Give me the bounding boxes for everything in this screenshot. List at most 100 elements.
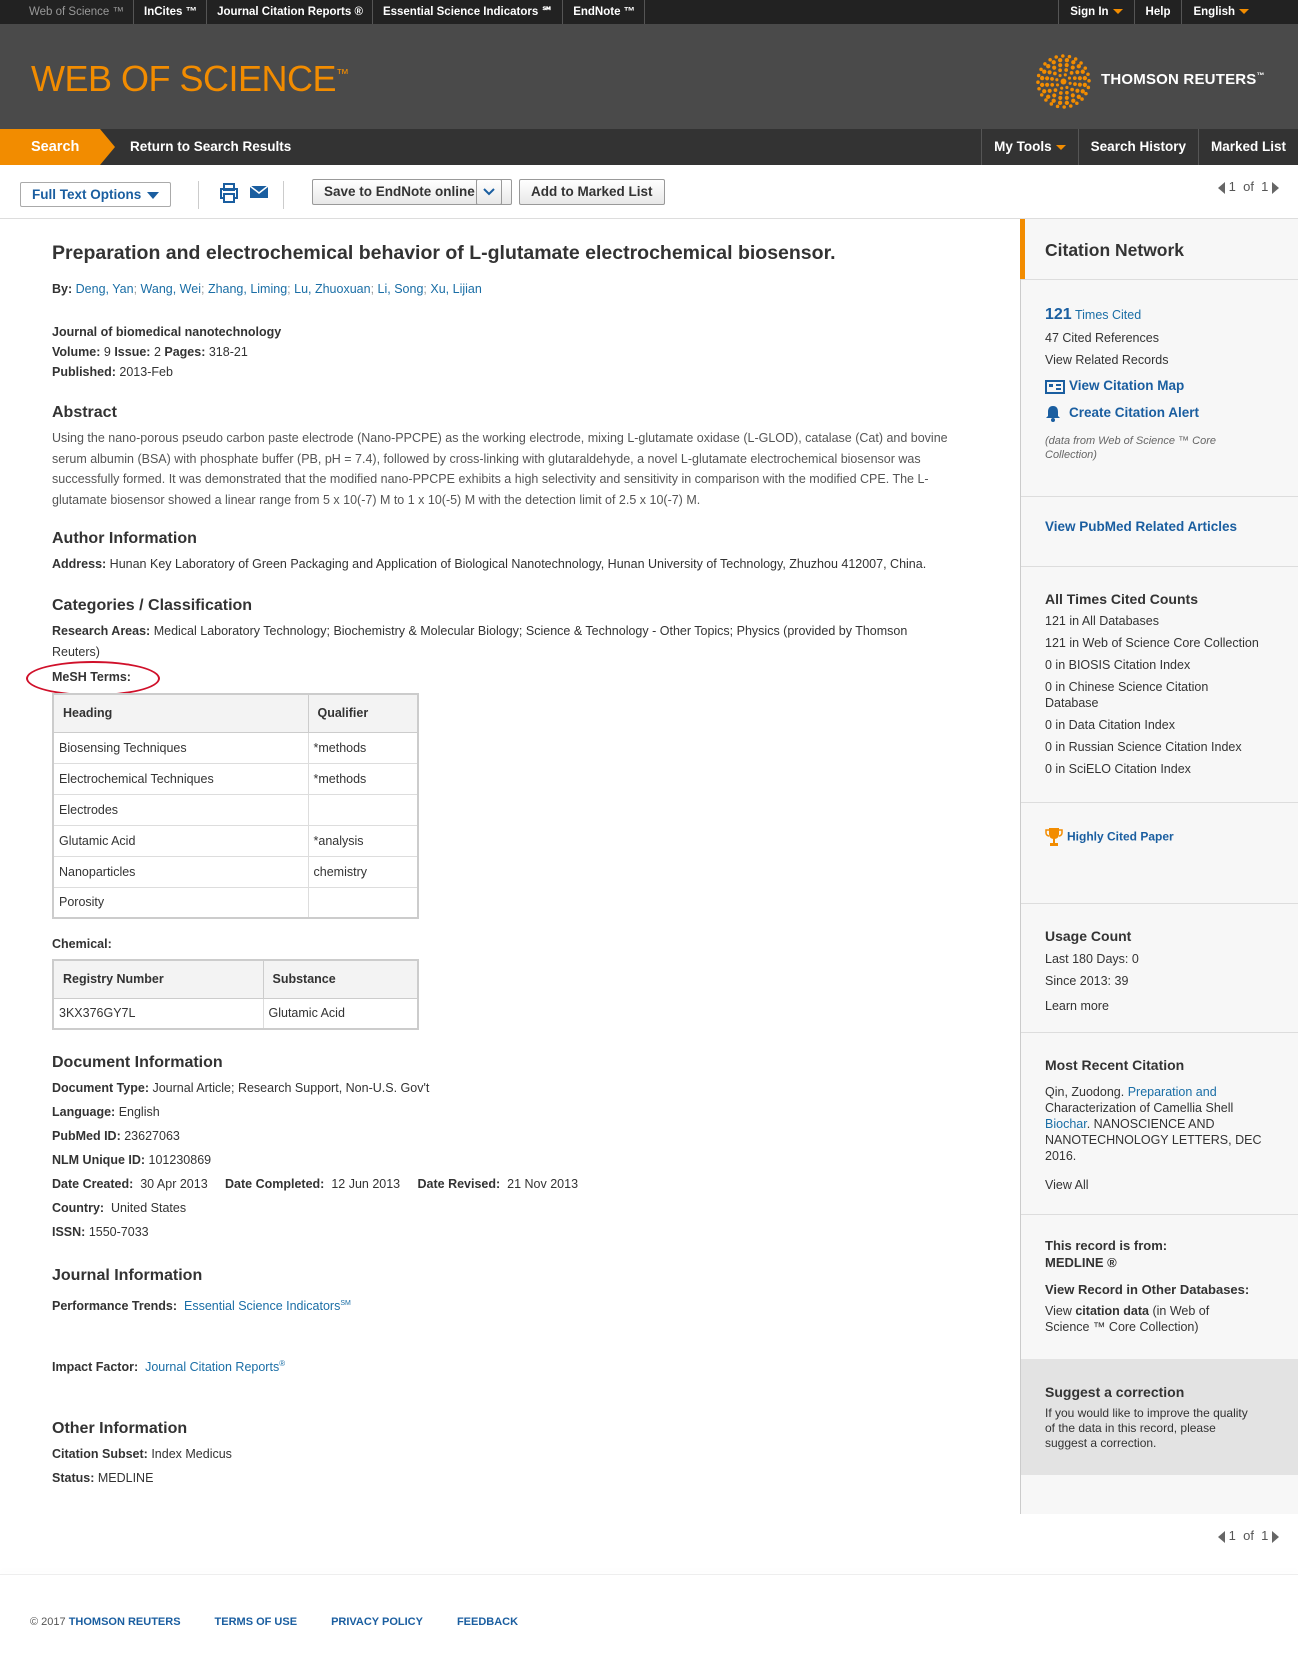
author-link[interactable]: Deng, Yan [76,282,134,296]
divider [1021,1214,1298,1215]
pager-bottom: 1 of 1 [1218,1528,1280,1543]
learn-more-link[interactable]: Learn more [1045,999,1109,1013]
search-history-link[interactable]: Search History [1077,129,1198,165]
count-all-databases-link[interactable]: 121 in All Databases [1045,614,1159,628]
page-of: of [1243,1528,1254,1543]
document-type-line: Document Type: Journal Article; Research… [52,1081,430,1095]
wos-logo[interactable]: WEB OF SCIENCE™ [31,58,349,100]
product-link-jcr[interactable]: Journal Citation Reports ® [207,0,373,24]
divider [1021,903,1298,904]
table-row: Biosensing Techniques *methods [52,731,419,764]
count-scielo: 0 in SciELO Citation Index [1045,762,1191,776]
product-link-incites[interactable]: InCites ™ [134,0,208,24]
product-link-wos[interactable]: Web of Science ™ [0,0,135,24]
recent-citation-title-link[interactable]: Biochar [1045,1117,1087,1131]
data-source-note-2: Collection) [1045,449,1097,461]
feedback-link[interactable]: FEEDBACK [457,1616,518,1628]
cited-references-link[interactable]: 47 Cited References [1045,331,1159,345]
view-all-link[interactable]: View All [1045,1178,1089,1192]
author-link[interactable]: Lu, Zhuoxuan [294,282,370,296]
citation-map-link[interactable]: View Citation Map [1045,378,1184,394]
table-row: Electrochemical Techniques *methods [52,762,419,795]
related-records-link[interactable]: View Related Records [1045,353,1168,367]
column-header: Qualifier [307,693,419,733]
full-text-options-button[interactable]: Full Text Options [20,182,172,207]
product-bar: Web of Science ™ InCites ™ Journal Citat… [0,0,1298,24]
authors-line: By: Deng, Yan; Wang, Wei; Zhang, Liming;… [52,282,482,296]
data-source-note: (data from Web of Science ™ Core [1045,435,1216,447]
caret-down-icon [1112,9,1123,15]
esi-link[interactable]: Essential Science IndicatorsSM [184,1299,351,1313]
product-link-esi[interactable]: Essential Science Indicators ℠ [373,0,564,24]
pubmed-id-line: PubMed ID: 23627063 [52,1129,180,1143]
previous-page-icon[interactable] [1218,1530,1225,1543]
author-link[interactable]: Li, Song [378,282,424,296]
count-biosis: 0 in BIOSIS Citation Index [1045,658,1191,672]
company-link[interactable]: THOMSON REUTERS [69,1616,181,1628]
toolbar-divider [198,181,199,209]
privacy-link[interactable]: PRIVACY POLICY [331,1616,423,1628]
record-from-label: This record is from: [1045,1238,1168,1253]
next-page-icon[interactable] [1272,1530,1280,1543]
table-row: 3KX376GY7L Glutamic Acid [52,997,419,1030]
return-to-results-link[interactable]: Return to Search Results [130,129,291,165]
my-tools-menu[interactable]: My Tools [981,129,1078,165]
mesh-qualifier-cell [307,886,419,919]
recent-citation-title-link[interactable]: Preparation and [1128,1085,1217,1099]
citation-network-heading: Citation Network [1045,240,1185,260]
research-areas-line: Research Areas: Medical Laboratory Techn… [52,624,908,638]
usage-last-180: Last 180 Days: 0 [1045,952,1139,966]
footer-divider [0,1574,1298,1575]
mesh-qualifier-cell [307,793,419,826]
add-to-marked-list-button[interactable]: Add to Marked List [519,179,665,205]
citation-subset-line: Citation Subset: Index Medicus [52,1447,232,1461]
status-line: Status: MEDLINE [52,1471,154,1485]
create-alert-link[interactable]: Create Citation Alert [1045,405,1199,423]
suggest-correction-link[interactable]: suggest a correction. [1045,1436,1156,1450]
mesh-heading-cell: Nanoparticles [52,855,309,888]
next-page-icon[interactable] [1272,181,1280,194]
author-link[interactable]: Zhang, Liming [208,282,287,296]
times-cited-link[interactable]: 121 Times Cited [1045,306,1141,324]
divider [1021,566,1298,567]
save-options-dropdown[interactable] [476,179,502,205]
language-line: Language: English [52,1105,160,1119]
author-link[interactable]: Xu, Lijian [430,282,481,296]
company-name: THOMSON REUTERS™ [1101,71,1265,88]
mesh-heading-cell: Glutamic Acid [52,824,309,857]
page-total: 1 [1261,1528,1269,1543]
previous-page-icon[interactable] [1218,181,1225,194]
count-russian-science: 0 in Russian Science Citation Index [1045,740,1242,754]
marked-list-link[interactable]: Marked List [1197,129,1298,165]
caret-down-icon [1239,9,1249,15]
caret-down-icon [1055,144,1066,150]
product-link-endnote[interactable]: EndNote ™ [563,0,646,24]
column-header: Heading [52,693,309,733]
view-citation-data-link-2[interactable]: Science ™ Core Collection) [1045,1320,1199,1334]
print-icon[interactable] [220,183,238,203]
trophy-icon [1045,828,1063,846]
view-citation-data-link[interactable]: View citation data (in Web of [1045,1304,1209,1318]
search-tab[interactable]: Search [0,129,115,165]
count-data-citation: 0 in Data Citation Index [1045,718,1175,732]
language-label: English [1193,6,1235,18]
recent-citation-title-link[interactable]: Characterization of Camellia Shell [1045,1101,1233,1115]
terms-link[interactable]: TERMS OF USE [215,1616,298,1628]
sign-in-menu[interactable]: Sign In [1058,0,1133,24]
bell-icon [1046,406,1060,423]
help-link[interactable]: Help [1133,0,1182,24]
pubmed-related-link[interactable]: View PubMed Related Articles [1045,519,1237,534]
count-wos-core-link[interactable]: 121 in Web of Science Core Collection [1045,636,1259,650]
jcr-link[interactable]: Journal Citation Reports® [145,1359,285,1374]
highly-cited-paper-badge[interactable]: Highly Cited Paper [1045,827,1174,847]
language-menu[interactable]: English [1181,0,1260,24]
author-link[interactable]: Wang, Wei [141,282,201,296]
performance-trends-line: Performance Trends: Essential Science In… [52,1299,351,1313]
other-databases-label: View Record in Other Databases: [1045,1282,1250,1297]
email-icon[interactable] [250,185,268,199]
issn-line: ISSN: 1550-7033 [52,1225,149,1239]
impact-factor-line: Impact Factor: Journal Citation Reports® [52,1359,286,1375]
main-nav: Search Return to Search Results My Tools… [0,129,1298,165]
thomson-reuters-logo-icon [1036,54,1091,109]
chevron-down-icon [483,188,495,196]
